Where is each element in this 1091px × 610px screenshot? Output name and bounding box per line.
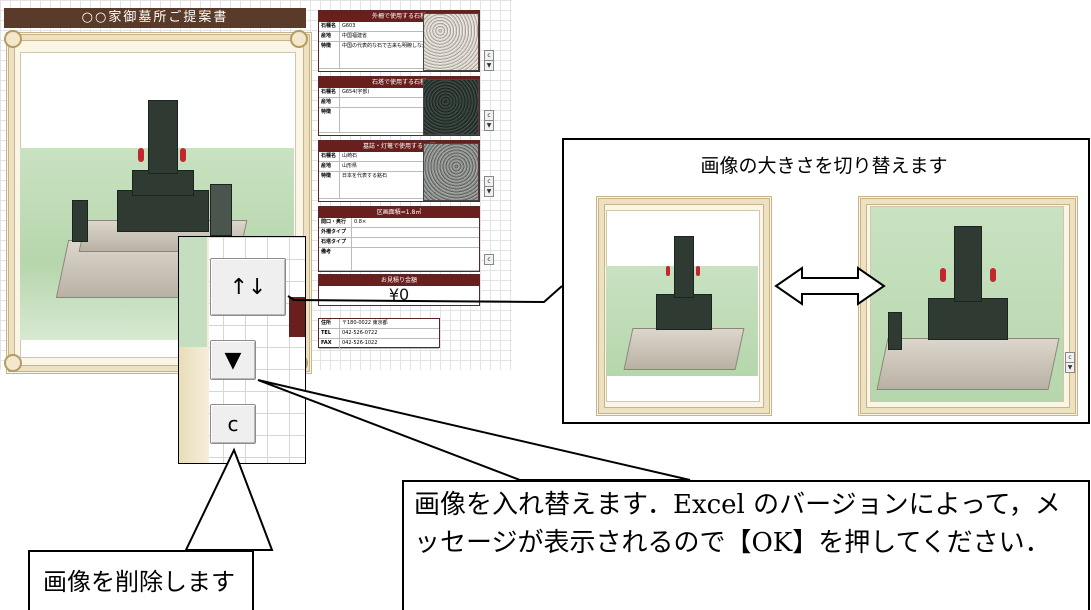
callout-leader-lines bbox=[184, 285, 691, 551]
